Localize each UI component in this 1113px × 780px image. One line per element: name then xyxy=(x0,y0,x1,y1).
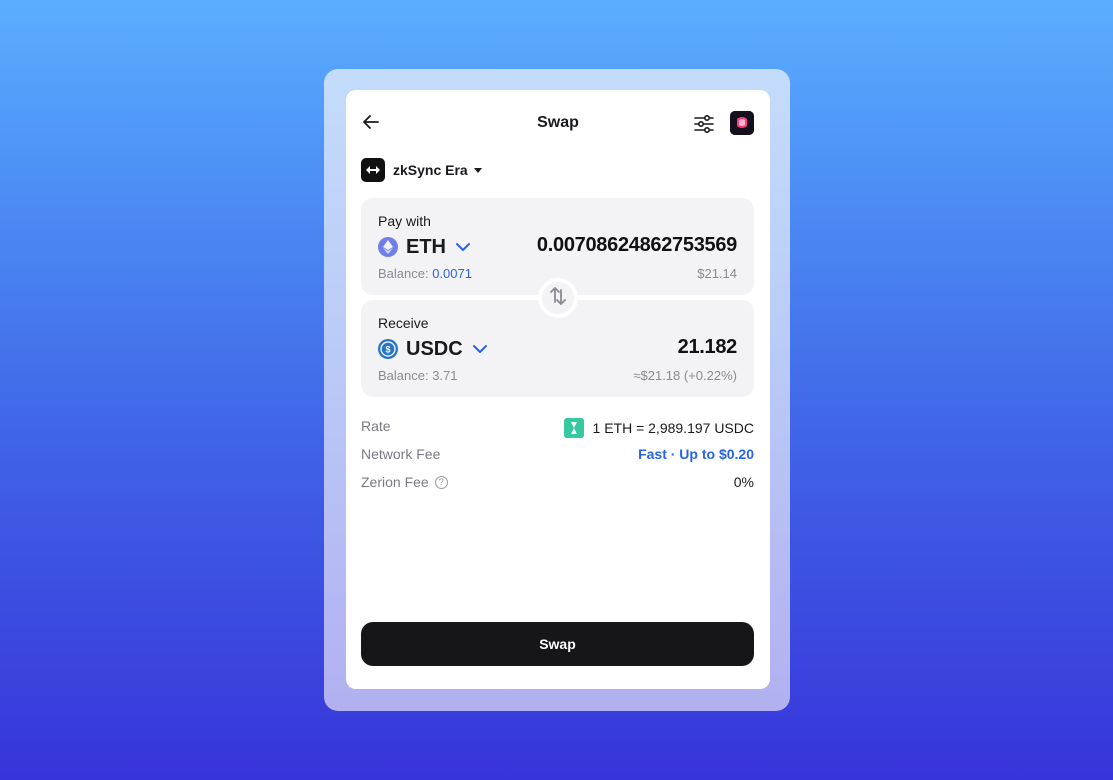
network-name: zkSync Era xyxy=(393,162,468,178)
settings-button[interactable] xyxy=(692,112,716,136)
pay-token-selector[interactable]: ETH xyxy=(378,236,471,258)
pay-token-symbol: ETH xyxy=(406,235,446,258)
receive-token-symbol: USDC xyxy=(406,337,463,360)
rate-row: Rate 1 ETH = 2,989.197 USDC xyxy=(361,415,754,443)
rate-value-group: 1 ETH = 2,989.197 USDC xyxy=(563,418,754,438)
rate-value: 1 ETH = 2,989.197 USDC xyxy=(592,420,754,436)
swap-details: Rate 1 ETH = 2,989.197 USDC Network Fee … xyxy=(361,415,754,499)
help-icon[interactable]: ? xyxy=(434,475,448,489)
swap-button[interactable]: Swap xyxy=(361,622,754,666)
swap-arrows-icon xyxy=(549,286,567,311)
pay-balance-label: Balance: xyxy=(378,266,429,281)
caret-down-icon xyxy=(473,167,482,173)
sliders-icon xyxy=(692,114,716,140)
pay-balance: Balance: 0.0071 xyxy=(378,266,472,281)
eth-icon xyxy=(378,237,398,257)
reverse-swap-button[interactable] xyxy=(538,278,578,318)
receive-label: Receive xyxy=(378,315,429,331)
network-fee-label: Network Fee xyxy=(361,446,441,462)
wallet-avatar[interactable] xyxy=(730,111,754,135)
receive-fiat-value: ≈$21.18 (+0.22%) xyxy=(633,368,737,383)
zerion-fee-value: 0% xyxy=(733,474,754,490)
usdc-icon: $ xyxy=(378,339,398,359)
zerion-fee-label-group: Zerion Fee ? xyxy=(361,474,448,490)
wallet-avatar-icon xyxy=(730,111,754,135)
zerion-fee-label: Zerion Fee xyxy=(361,474,429,490)
chevron-down-icon xyxy=(455,242,471,252)
pay-amount-input[interactable]: 0.00708624862753569 xyxy=(537,234,737,257)
dex-provider-icon xyxy=(563,418,584,438)
pay-balance-max-link[interactable]: 0.0071 xyxy=(432,266,472,281)
network-fee-row: Network Fee Fast · Up to $0.20 xyxy=(361,443,754,471)
pay-fiat-value: $21.14 xyxy=(697,266,737,281)
rate-label: Rate xyxy=(361,418,391,434)
pay-label: Pay with xyxy=(378,213,431,229)
network-selector[interactable]: zkSync Era xyxy=(361,158,482,182)
swap-window-frame: Swap zkSync Era Pay with ETH 0.007086248… xyxy=(324,69,790,711)
svg-text:$: $ xyxy=(385,345,390,355)
receive-balance: Balance: 3.71 xyxy=(378,368,458,383)
header: Swap xyxy=(346,110,770,138)
chevron-down-icon xyxy=(472,344,488,354)
receive-token-selector[interactable]: $ USDC xyxy=(378,338,488,360)
zerion-fee-row: Zerion Fee ? 0% xyxy=(361,471,754,499)
zksync-logo-icon xyxy=(361,158,385,182)
receive-amount: 21.182 xyxy=(677,336,738,358)
swap-panel: Swap zkSync Era Pay with ETH 0.007086248… xyxy=(346,90,770,689)
network-fee-selector[interactable]: Fast · Up to $0.20 xyxy=(638,446,754,462)
